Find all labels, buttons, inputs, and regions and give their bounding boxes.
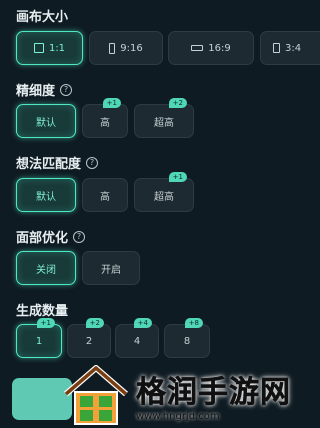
idea-match-option-ultra[interactable]: 超高 +1 xyxy=(134,172,194,212)
cost-badge: +1 xyxy=(102,98,121,108)
help-icon[interactable]: ? xyxy=(60,83,73,96)
idea-match-option-default[interactable]: 默认 xyxy=(16,178,76,212)
count-option-1[interactable]: 1 +1 xyxy=(16,318,62,358)
option-label: 8 xyxy=(183,335,191,347)
ratio-option-16-9[interactable]: 16:9 xyxy=(168,31,254,65)
canvas-size-label: 画布大小 xyxy=(16,10,69,25)
face-opt-off[interactable]: 关闭 xyxy=(16,251,76,285)
option-label: 2 xyxy=(85,335,93,347)
cost-badge: +2 xyxy=(168,98,187,108)
gen-count-label: 生成数量 xyxy=(16,304,69,319)
count-option-4[interactable]: 4 +4 xyxy=(115,318,159,358)
count-option-8[interactable]: 8 +8 xyxy=(164,318,210,358)
count-option-2[interactable]: 2 +2 xyxy=(67,318,111,358)
option-label: 开启 xyxy=(101,264,121,276)
ratio-label: 1:1 xyxy=(48,42,66,54)
option-label: 超高 xyxy=(154,191,174,203)
idea-match-label: 想法匹配度 xyxy=(16,157,82,172)
option-label: 高 xyxy=(100,117,110,129)
cost-badge: +1 xyxy=(168,172,187,182)
help-icon[interactable]: ? xyxy=(73,230,86,243)
idea-match-title: 想法匹配度 ? xyxy=(16,153,99,172)
option-label: 关闭 xyxy=(36,264,56,276)
ratio-label: 3:4 xyxy=(285,42,302,54)
ratio-option-3-4[interactable]: 3:4 xyxy=(260,31,320,65)
face-opt-on[interactable]: 开启 xyxy=(82,251,140,285)
fineness-option-high[interactable]: 高 +1 xyxy=(82,98,128,138)
portrait-ratio-icon xyxy=(273,43,280,53)
help-icon[interactable]: ? xyxy=(86,156,99,169)
option-label: 4 xyxy=(133,335,141,347)
ratio-option-1-1[interactable]: 1:1 xyxy=(16,31,83,65)
canvas-size-title: 画布大小 xyxy=(16,6,68,25)
option-label: 默认 xyxy=(36,117,56,129)
cost-badge: +8 xyxy=(184,318,203,328)
face-opt-title: 面部优化 ? xyxy=(16,227,86,246)
ratio-label: 9:16 xyxy=(120,42,143,54)
option-label: 高 xyxy=(100,191,110,203)
watermark-logo-icon xyxy=(64,365,128,425)
face-opt-label: 面部优化 xyxy=(16,231,69,246)
gen-count-title: 生成数量 xyxy=(16,300,68,319)
fineness-option-ultra[interactable]: 超高 +2 xyxy=(134,98,194,138)
idea-match-option-high[interactable]: 高 xyxy=(82,178,128,212)
fineness-title: 精细度 ? xyxy=(16,80,73,99)
square-ratio-icon xyxy=(33,43,44,53)
option-label: 1 xyxy=(35,335,43,347)
ratio-label: 16:9 xyxy=(208,42,231,54)
fineness-label: 精细度 xyxy=(16,84,56,99)
cost-badge: +4 xyxy=(133,318,152,328)
landscape-ratio-icon xyxy=(191,45,204,51)
option-label: 超高 xyxy=(154,117,174,129)
fineness-option-default[interactable]: 默认 xyxy=(16,104,76,138)
portrait-ratio-icon xyxy=(109,42,116,54)
ratio-option-9-16[interactable]: 9:16 xyxy=(89,31,163,65)
cost-badge: +1 xyxy=(36,318,55,328)
watermark-url: www.hngrjd.com xyxy=(136,410,220,422)
watermark: 格润手游网 www.hngrjd.com xyxy=(62,360,311,428)
option-label: 默认 xyxy=(36,191,56,203)
watermark-title: 格润手游网 xyxy=(136,374,291,410)
cost-badge: +2 xyxy=(85,318,104,328)
